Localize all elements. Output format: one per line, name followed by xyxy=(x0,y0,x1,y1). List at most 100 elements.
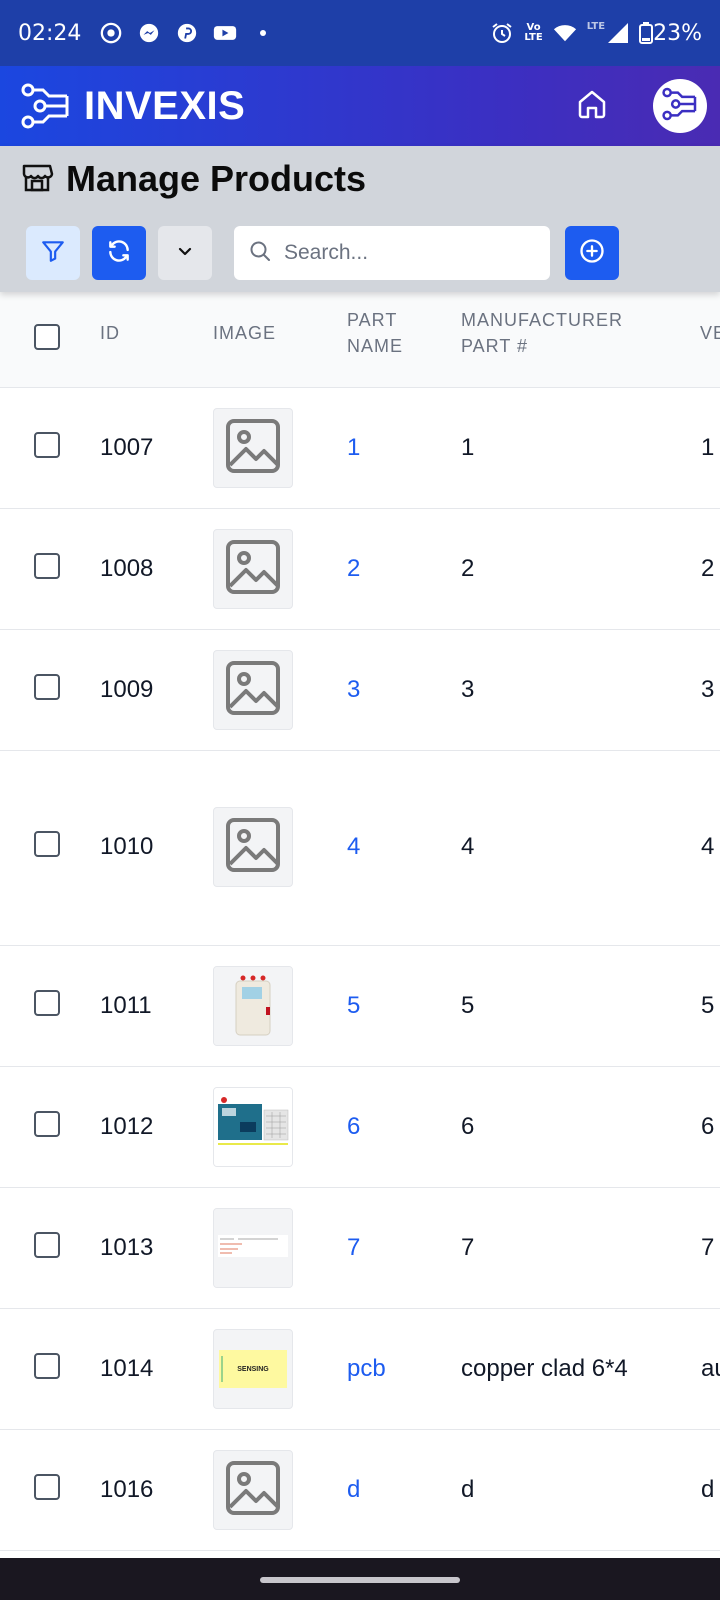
products-table: ID IMAGE PART NAME MANUFACTURER PART # V… xyxy=(0,292,720,1558)
dot-icon xyxy=(251,21,275,45)
row-next-col: au xyxy=(701,1355,720,1382)
page-header: Manage Products xyxy=(0,146,720,292)
row-checkbox[interactable] xyxy=(34,1474,60,1500)
table-row[interactable]: 1007 1 1 1 xyxy=(0,388,720,509)
invexis-logo-icon[interactable] xyxy=(18,78,74,134)
part-name-link[interactable]: 4 xyxy=(347,833,360,861)
app-title: INVEXIS xyxy=(84,83,246,128)
product-image-circuit[interactable] xyxy=(213,1087,293,1167)
table-row[interactable]: 1011 5 5 5 xyxy=(0,946,720,1067)
label-photo-image: SENSING xyxy=(219,1350,287,1388)
part-name-link[interactable]: 6 xyxy=(347,1113,360,1141)
volte-icon: Vo LTE xyxy=(524,22,543,43)
row-id: 1011 xyxy=(100,992,152,1019)
row-checkbox[interactable] xyxy=(34,1232,60,1258)
row-checkbox[interactable] xyxy=(34,432,60,458)
search-box[interactable] xyxy=(234,226,550,280)
circuit-photo-image xyxy=(214,1088,292,1166)
table-row[interactable]: 1013 7 7 7 xyxy=(0,1188,720,1309)
table-row[interactable]: 1014 SENSING pcb copper clad 6*4 au xyxy=(0,1309,720,1430)
row-next-col: 2 xyxy=(701,555,715,582)
header-id[interactable]: ID xyxy=(100,320,120,346)
page-title-row: Manage Products xyxy=(20,158,366,200)
battery-icon: 23% xyxy=(639,21,702,46)
product-image-placeholder[interactable] xyxy=(213,1450,293,1530)
table-row[interactable]: 1010 4 4 4 xyxy=(0,751,720,946)
messenger-icon xyxy=(137,21,161,45)
home-icon xyxy=(576,88,608,125)
plus-circle-icon xyxy=(578,237,606,270)
row-id: 1012 xyxy=(100,1113,154,1140)
dropdown-button[interactable] xyxy=(158,226,212,280)
table-row[interactable]: 1016 d d d xyxy=(0,1430,720,1551)
refresh-icon xyxy=(106,238,132,269)
table-row[interactable]: 1012 6 6 6 xyxy=(0,1067,720,1188)
manufacturer-part: 2 xyxy=(461,555,475,582)
row-checkbox[interactable] xyxy=(34,990,60,1016)
row-next-col: 1 xyxy=(701,434,715,461)
row-checkbox[interactable] xyxy=(34,1111,60,1137)
manufacturer-part: 5 xyxy=(461,992,475,1019)
row-checkbox[interactable] xyxy=(34,831,60,857)
select-all-checkbox[interactable] xyxy=(34,324,60,350)
gesture-handle[interactable] xyxy=(260,1577,460,1583)
manufacturer-part: 7 xyxy=(461,1234,475,1261)
image-placeholder-icon xyxy=(224,1459,282,1522)
label-photo-text: SENSING xyxy=(237,1365,269,1373)
row-id: 1007 xyxy=(100,434,154,461)
signal-icon: LTE xyxy=(587,22,629,44)
system-nav-bar xyxy=(0,1558,720,1600)
pinterest-icon xyxy=(175,21,199,45)
table-row[interactable]: 1008 2 2 2 xyxy=(0,509,720,630)
home-button[interactable] xyxy=(570,84,614,128)
part-name-link[interactable]: 7 xyxy=(347,1234,360,1262)
manufacturer-part: 4 xyxy=(461,833,475,860)
row-checkbox[interactable] xyxy=(34,553,60,579)
manufacturer-part: d xyxy=(461,1476,475,1503)
header-next-column[interactable]: VE xyxy=(700,320,720,346)
part-name-link[interactable]: d xyxy=(347,1476,360,1504)
manufacturer-part: 1 xyxy=(461,434,475,461)
row-id: 1008 xyxy=(100,555,154,582)
row-checkbox[interactable] xyxy=(34,1353,60,1379)
status-bar: 02:24 Vo LTE LTE 23% xyxy=(0,0,720,66)
product-image-placeholder[interactable] xyxy=(213,529,293,609)
part-name-link[interactable]: 5 xyxy=(347,992,360,1020)
part-name-link[interactable]: 1 xyxy=(347,434,360,462)
row-next-col: 7 xyxy=(701,1234,715,1261)
row-id: 1016 xyxy=(100,1476,154,1503)
row-id: 1013 xyxy=(100,1234,154,1261)
wifi-icon xyxy=(553,21,577,45)
refresh-button[interactable] xyxy=(92,226,146,280)
product-image-placeholder[interactable] xyxy=(213,408,293,488)
label-photo-line xyxy=(221,1356,231,1382)
alarm-icon xyxy=(490,21,514,45)
row-id: 1010 xyxy=(100,833,154,860)
header-part-name[interactable]: PART NAME xyxy=(347,307,403,359)
product-image-device[interactable] xyxy=(213,966,293,1046)
manufacturer-part: 6 xyxy=(461,1113,475,1140)
store-icon xyxy=(20,160,54,199)
product-image-placeholder[interactable] xyxy=(213,807,293,887)
product-image-document[interactable] xyxy=(213,1208,293,1288)
app-header: INVEXIS xyxy=(0,66,720,146)
page-title: Manage Products xyxy=(66,158,367,199)
row-next-col: 3 xyxy=(701,676,715,703)
product-image-placeholder[interactable] xyxy=(213,650,293,730)
youtube-icon xyxy=(213,21,237,45)
row-checkbox[interactable] xyxy=(34,674,60,700)
search-input[interactable] xyxy=(284,241,524,265)
header-manufacturer-part[interactable]: MANUFACTURER PART # xyxy=(461,307,623,359)
filter-button[interactable] xyxy=(26,226,80,280)
table-row[interactable]: 1009 3 3 3 xyxy=(0,630,720,751)
add-product-button[interactable] xyxy=(565,226,619,280)
product-image-label[interactable]: SENSING xyxy=(213,1329,293,1409)
manufacturer-part: copper clad 6*4 xyxy=(461,1355,628,1382)
part-name-link[interactable]: pcb xyxy=(347,1355,386,1383)
part-name-link[interactable]: 2 xyxy=(347,555,360,583)
part-name-link[interactable]: 3 xyxy=(347,676,360,704)
header-image[interactable]: IMAGE xyxy=(213,320,276,346)
avatar[interactable] xyxy=(653,79,707,133)
status-time: 02:24 xyxy=(18,20,82,46)
avatar-logo-icon xyxy=(660,84,700,129)
